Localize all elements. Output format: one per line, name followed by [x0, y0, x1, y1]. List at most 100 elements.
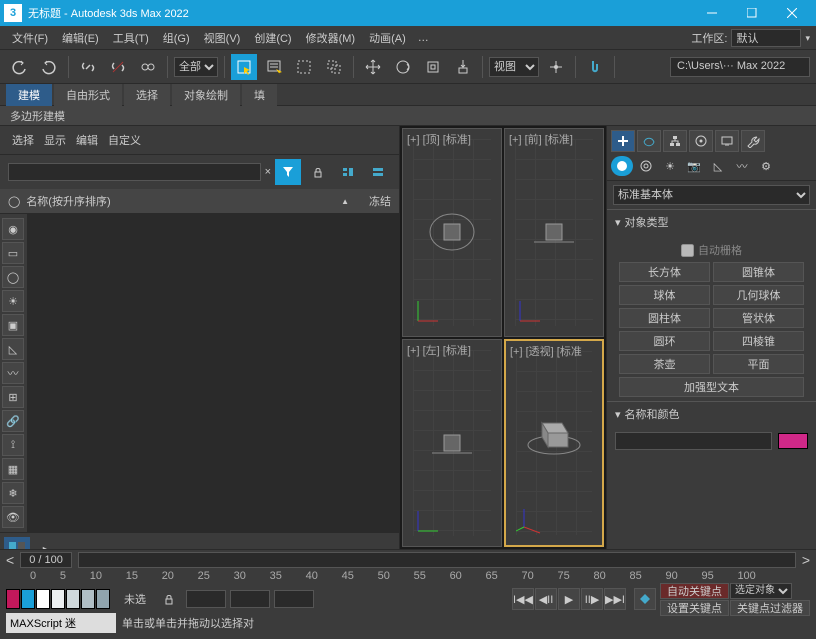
cameras-icon[interactable]: 📷: [683, 156, 705, 176]
spacewarps-icon[interactable]: 〰: [731, 156, 753, 176]
viewport-perspective[interactable]: [+] [透视] [标准: [504, 339, 604, 548]
bind-button[interactable]: [135, 54, 161, 80]
auto-grid-checkbox[interactable]: [681, 244, 694, 257]
goto-start-button[interactable]: I◀◀: [512, 588, 534, 610]
menu-group[interactable]: 组(G): [157, 28, 196, 48]
modify-tab[interactable]: [637, 130, 661, 152]
coord-y[interactable]: [230, 590, 270, 608]
filter-all-icon[interactable]: ◉: [2, 218, 24, 240]
shapes-icon[interactable]: [635, 156, 657, 176]
close-button[interactable]: [772, 0, 812, 26]
prev-frame-button[interactable]: ◀II: [535, 588, 557, 610]
menu-create[interactable]: 创建(C): [248, 28, 297, 48]
create-tab[interactable]: [611, 130, 635, 152]
window-crossing-button[interactable]: [321, 54, 347, 80]
minimize-button[interactable]: [692, 0, 732, 26]
rollout-name-color[interactable]: ▾名称和颜色: [607, 401, 816, 426]
lights-icon[interactable]: ☀: [659, 156, 681, 176]
scale-button[interactable]: [420, 54, 446, 80]
select-name-button[interactable]: [261, 54, 287, 80]
coord-z[interactable]: [274, 590, 314, 608]
col-name[interactable]: 名称(按升序排序): [26, 193, 341, 209]
scene-search-input[interactable]: [8, 163, 261, 181]
lock-selection-icon[interactable]: [156, 586, 182, 612]
cylinder-button[interactable]: 圆柱体: [619, 308, 710, 328]
object-color-swatch[interactable]: [778, 433, 808, 449]
workspace-select[interactable]: [731, 29, 801, 47]
ribbon-tab-object-paint[interactable]: 对象绘制: [172, 84, 240, 106]
torus-button[interactable]: 圆环: [619, 331, 710, 351]
color-swatches[interactable]: [6, 589, 110, 609]
display-tab[interactable]: [715, 130, 739, 152]
primitive-category[interactable]: 标准基本体: [613, 185, 810, 205]
menu-modifiers[interactable]: 修改器(M): [300, 28, 362, 48]
undo-button[interactable]: [6, 54, 32, 80]
scene-list[interactable]: [28, 214, 399, 532]
teapot-button[interactable]: 茶壶: [619, 354, 710, 374]
auto-key-button[interactable]: 自动关键点: [660, 583, 729, 599]
ref-coord-system[interactable]: 视图: [489, 57, 539, 77]
systems-icon[interactable]: ⚙: [755, 156, 777, 176]
hierarchy-tab[interactable]: [663, 130, 687, 152]
clear-icon[interactable]: ×: [265, 166, 271, 178]
plane-button[interactable]: 平面: [713, 354, 804, 374]
menu-edit[interactable]: 编辑(E): [56, 28, 105, 48]
filter-container-icon[interactable]: ▦: [2, 458, 24, 480]
next-frame-button[interactable]: II▶: [581, 588, 603, 610]
filter-shapes-icon[interactable]: ◯: [2, 266, 24, 288]
timeline-prev[interactable]: <: [6, 552, 14, 568]
scene-tab-custom[interactable]: 自定义: [108, 132, 141, 148]
select-region-rect-button[interactable]: [291, 54, 317, 80]
select-object-button[interactable]: [231, 54, 257, 80]
set-key-button[interactable]: 设置关键点: [660, 600, 729, 616]
play-button[interactable]: ▶: [558, 588, 580, 610]
ribbon-tab-modeling[interactable]: 建模: [6, 84, 52, 106]
filter-lights-icon[interactable]: ☀: [2, 290, 24, 312]
menu-animation[interactable]: 动画(A): [363, 28, 412, 48]
motion-tab[interactable]: [689, 130, 713, 152]
filter-cameras-icon[interactable]: ▣: [2, 314, 24, 336]
maximize-button[interactable]: [732, 0, 772, 26]
globe-icon[interactable]: ◯: [8, 195, 20, 208]
scene-tab-edit[interactable]: 编辑: [76, 132, 98, 148]
sphere-button[interactable]: 球体: [619, 285, 710, 305]
filter-frozen-icon[interactable]: ❄: [2, 482, 24, 504]
ribbon-tab-freeform[interactable]: 自由形式: [54, 84, 122, 106]
ribbon-tab-populate[interactable]: 填: [242, 84, 277, 106]
poly-modeling-label[interactable]: 多边形建模: [10, 108, 65, 124]
pyramid-button[interactable]: 四棱锥: [713, 331, 804, 351]
helpers-icon[interactable]: ◺: [707, 156, 729, 176]
maxscript-label[interactable]: MAXScript 迷: [6, 613, 116, 633]
menu-tools[interactable]: 工具(T): [107, 28, 155, 48]
viewport-top[interactable]: [+] [顶] [标准]: [402, 128, 502, 337]
filter-hidden-icon[interactable]: 👁: [2, 506, 24, 528]
view-mode-1-icon[interactable]: [335, 159, 361, 185]
link-button[interactable]: [75, 54, 101, 80]
key-filters-button[interactable]: 关键点过滤器: [730, 600, 810, 616]
scene-tab-display[interactable]: 显示: [44, 132, 66, 148]
manipulate-button[interactable]: [582, 54, 608, 80]
geosphere-button[interactable]: 几何球体: [713, 285, 804, 305]
viewport-left[interactable]: [+] [左] [标准]: [402, 339, 502, 548]
object-name-input[interactable]: [615, 432, 772, 450]
chevron-down-icon[interactable]: [805, 32, 810, 44]
move-button[interactable]: [360, 54, 386, 80]
use-pivot-button[interactable]: [543, 54, 569, 80]
viewport-front[interactable]: [+] [前] [标准]: [504, 128, 604, 337]
key-target-select[interactable]: 选定对象: [730, 583, 792, 599]
timeline-next[interactable]: >: [802, 552, 810, 568]
selection-filter[interactable]: 全部: [174, 57, 218, 77]
lock-icon[interactable]: [305, 159, 331, 185]
filter-xref-icon[interactable]: 🔗: [2, 410, 24, 432]
key-mode-button[interactable]: [634, 588, 656, 610]
time-slider[interactable]: [78, 552, 796, 568]
filter-spacewarps-icon[interactable]: 〰: [2, 362, 24, 384]
redo-button[interactable]: [36, 54, 62, 80]
rotate-button[interactable]: [390, 54, 416, 80]
filter-icon[interactable]: [275, 159, 301, 185]
filter-groups-icon[interactable]: ⊞: [2, 386, 24, 408]
filter-geometry-icon[interactable]: ▭: [2, 242, 24, 264]
cone-button[interactable]: 圆锥体: [713, 262, 804, 282]
filter-bone-icon[interactable]: ⟟: [2, 434, 24, 456]
placement-button[interactable]: [450, 54, 476, 80]
